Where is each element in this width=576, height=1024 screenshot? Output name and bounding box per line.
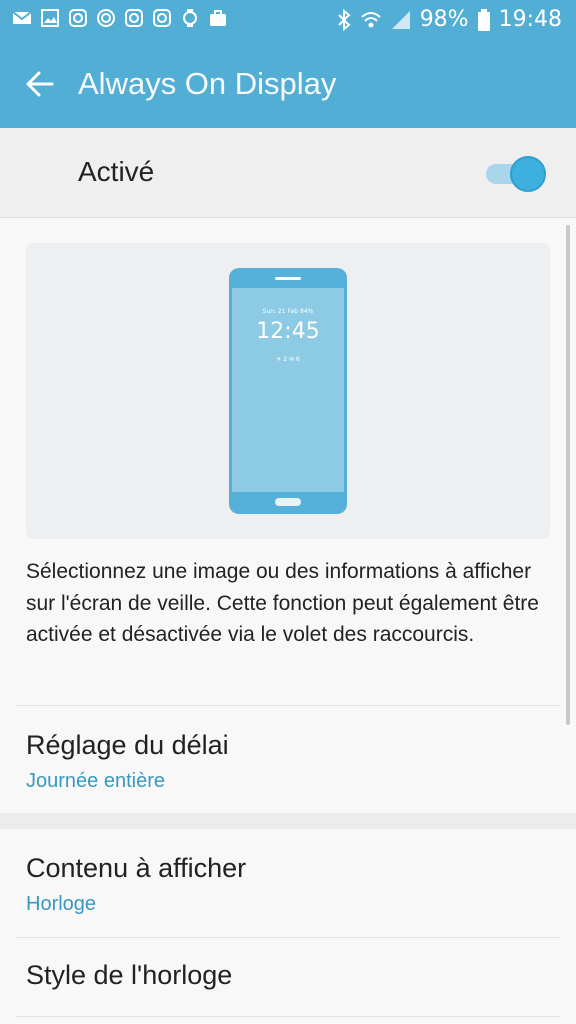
master-switch-label: Activé (78, 156, 155, 187)
instagram-icon (153, 9, 171, 27)
setting-content-value: Horloge (26, 893, 97, 915)
aod-preview: Sun, 21 Feb 84% 12:45 ✈ 2 ✉ 6 (26, 243, 550, 539)
phone-home-button (275, 498, 301, 506)
gallery-icon (41, 9, 59, 27)
divider (16, 1016, 560, 1017)
preview-date: Sun, 21 Feb 84% (262, 308, 314, 315)
phone-screen: Sun, 21 Feb 84% 12:45 ✈ 2 ✉ 6 (232, 288, 344, 492)
preview-clock: 12:45 (256, 319, 320, 344)
app-bar: Always On Display (0, 40, 576, 128)
instagram-icon (69, 9, 87, 27)
setting-content[interactable]: Contenu à afficher Horloge (0, 829, 576, 937)
wifi-icon (361, 12, 381, 28)
sync-icon (97, 9, 115, 27)
back-arrow-icon (26, 71, 54, 97)
phone-illustration: Sun, 21 Feb 84% 12:45 ✈ 2 ✉ 6 (229, 268, 347, 514)
preview-notifications: ✈ 2 ✉ 6 (276, 356, 300, 363)
signal-icon (391, 11, 410, 29)
system-indicators: 98% 19:48 (336, 4, 562, 36)
briefcase-icon (210, 10, 226, 26)
master-switch-row[interactable]: Activé (0, 128, 576, 218)
setting-clock-style-title: Style de l'horloge (26, 960, 233, 990)
toggle-knob (510, 156, 546, 192)
section-gap (0, 813, 576, 829)
instagram-icon (125, 9, 143, 27)
battery-percent: 98% (419, 7, 469, 32)
page-title: Always On Display (78, 66, 337, 101)
email-icon (12, 11, 32, 24)
scrollbar[interactable] (566, 225, 570, 725)
bluetooth-icon (337, 8, 351, 32)
phone-speaker (275, 277, 301, 280)
setting-clock-style[interactable]: Style de l'horloge (0, 938, 576, 1024)
master-toggle[interactable] (486, 156, 548, 192)
back-button[interactable] (20, 64, 60, 104)
notification-icons (12, 8, 228, 28)
clock: 19:48 (498, 7, 562, 32)
setting-timeout-value: Journée entière (26, 770, 165, 792)
watch-icon (183, 9, 197, 27)
status-bar: 98% 19:48 (0, 0, 576, 40)
setting-timeout[interactable]: Réglage du délai Journée entière (0, 706, 576, 813)
setting-timeout-title: Réglage du délai (26, 730, 229, 760)
setting-content-title: Contenu à afficher (26, 853, 247, 883)
battery-icon (477, 9, 490, 31)
description-text: Sélectionnez une image ou des informatio… (26, 560, 539, 646)
